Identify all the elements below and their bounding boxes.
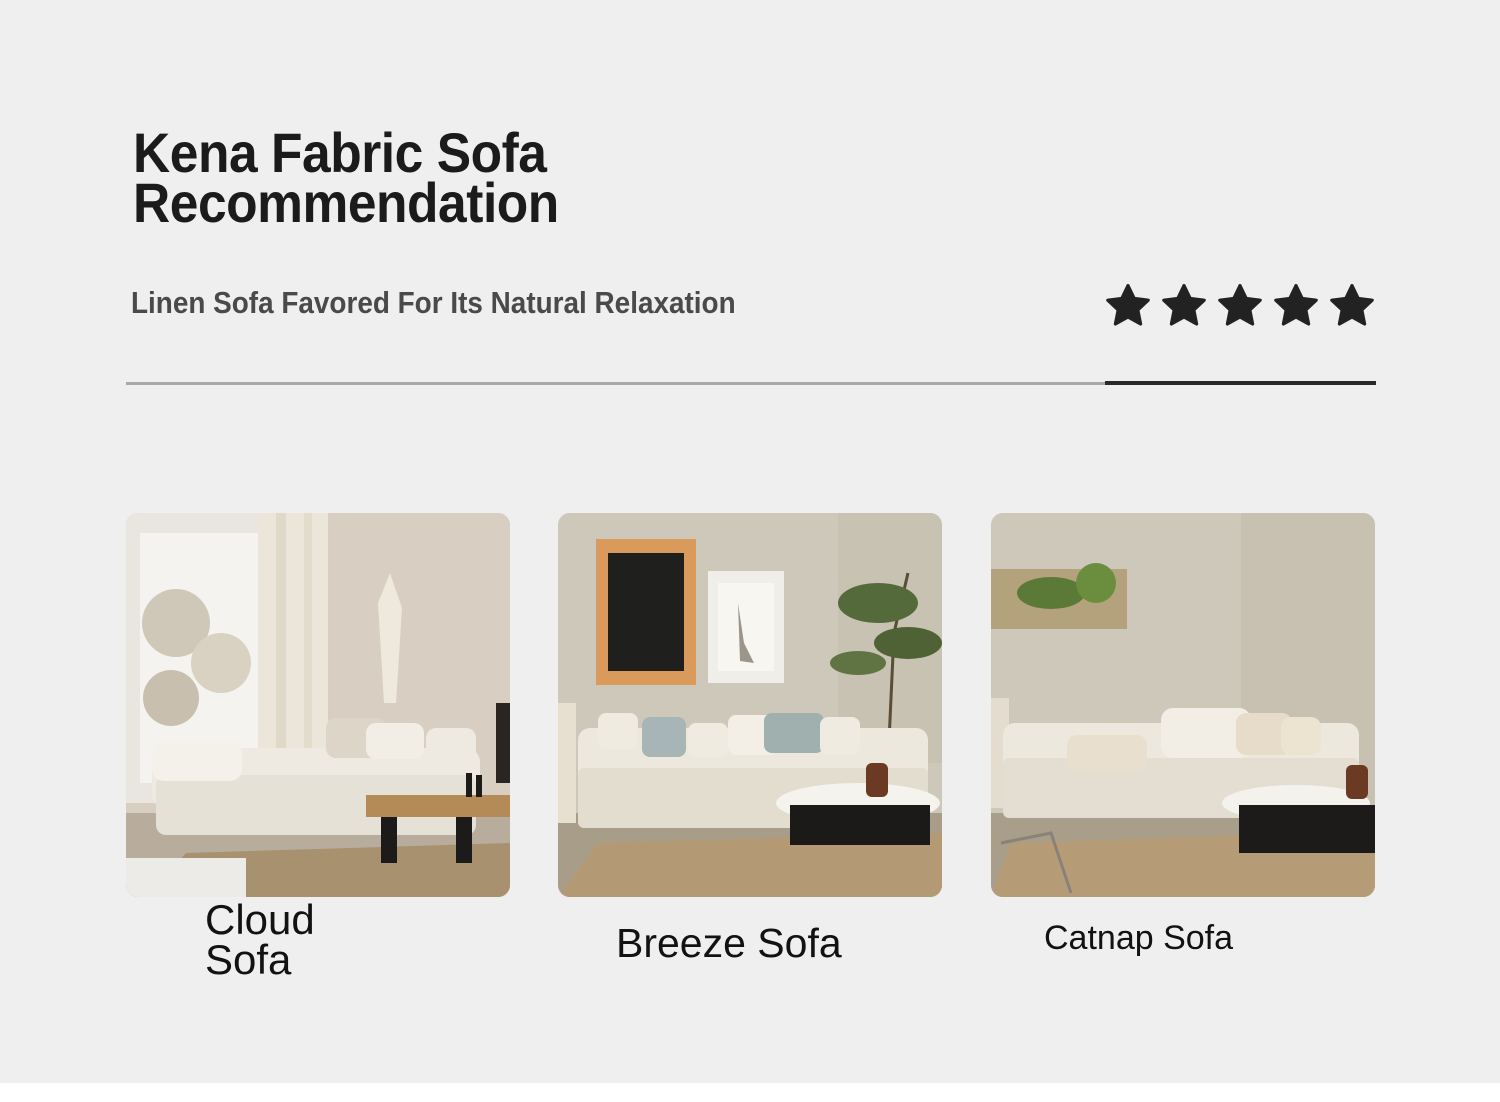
page-title-line-2: Recommendation [133, 171, 559, 234]
page-subtitle: Linen Sofa Favored For Its Natural Relax… [131, 285, 736, 320]
page-background: Kena Fabric Sofa Recommendation Linen So… [0, 0, 1500, 1083]
breeze-sofa-photo [558, 513, 942, 897]
catnap-sofa-label: Catnap Sofa [1044, 919, 1234, 957]
star-icon [1274, 284, 1318, 326]
cloud-sofa-label-line-1: Cloud [205, 896, 315, 943]
rating-stars [1104, 282, 1376, 332]
divider-accent [1105, 381, 1376, 385]
cloud-sofa-label-line-2: Sofa [205, 936, 292, 983]
catnap-sofa-image[interactable] [991, 513, 1375, 897]
star-icon [1330, 284, 1374, 326]
star-icon [1106, 284, 1150, 326]
cloud-sofa-label: Cloud Sofa [205, 896, 355, 983]
star-icon [1162, 284, 1206, 326]
star-icon [1218, 284, 1262, 326]
catnap-sofa-photo [991, 513, 1375, 897]
breeze-sofa-image[interactable] [558, 513, 942, 897]
cloud-sofa-photo [126, 513, 510, 897]
page-title: Kena Fabric Sofa Recommendation [133, 125, 559, 234]
breeze-sofa-label: Breeze Sofa [616, 920, 842, 966]
cloud-sofa-image[interactable] [126, 513, 510, 897]
